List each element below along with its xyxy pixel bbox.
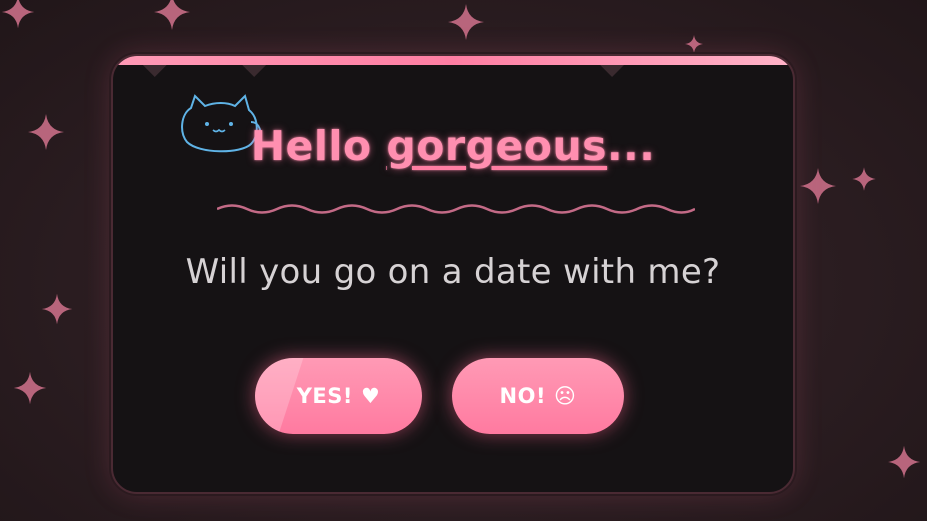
sparkle-icon — [684, 34, 704, 54]
sparkle-icon — [26, 112, 66, 152]
no-button-label: NO! — [499, 384, 547, 408]
sparkle-icon — [152, 0, 192, 32]
sparkle-icon — [40, 292, 74, 326]
sparkle-icon — [12, 370, 48, 406]
title-highlight: gorgeous — [386, 122, 608, 170]
page-title: Hello gorgeous... — [113, 122, 793, 170]
card-top-bar — [113, 56, 793, 65]
sparkle-icon — [798, 166, 838, 206]
card-scallop-edge — [142, 65, 624, 77]
no-button[interactable]: NO! ☹ — [452, 358, 624, 434]
title-suffix: ... — [607, 122, 656, 170]
sparkle-icon — [851, 166, 877, 192]
yes-button-label: YES! — [296, 384, 353, 408]
sad-face-icon: ☹ — [554, 384, 577, 408]
wavy-divider — [217, 204, 695, 214]
sparkle-icon — [0, 0, 36, 30]
date-card: Hello gorgeous... Will you go on a date … — [111, 54, 795, 494]
title-prefix: Hello — [250, 122, 387, 170]
heart-icon: ♥ — [360, 384, 381, 408]
yes-button[interactable]: YES! ♥ — [255, 358, 422, 434]
sparkle-icon — [446, 2, 486, 42]
sparkle-icon — [886, 444, 922, 480]
question-text: Will you go on a date with me? — [185, 252, 721, 292]
